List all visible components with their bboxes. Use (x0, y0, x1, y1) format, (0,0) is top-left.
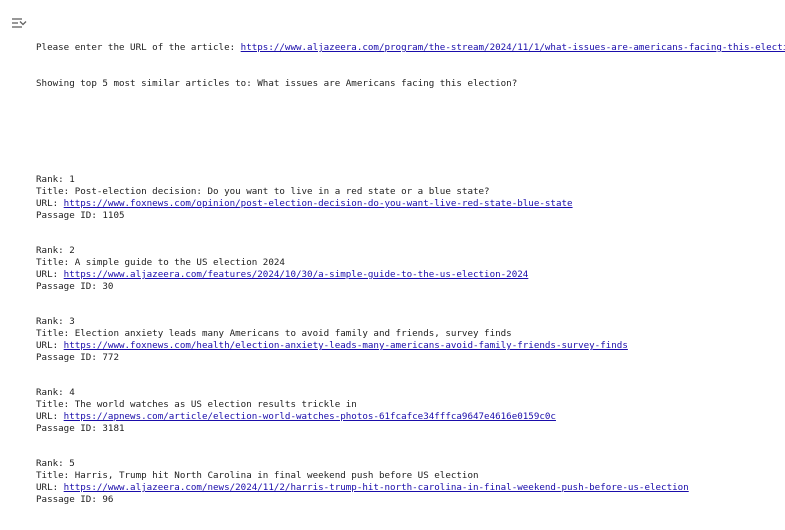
rank-label: Rank: (36, 245, 70, 256)
rank-label: Rank: (36, 174, 70, 185)
title-label: Title: (36, 399, 75, 410)
result-title: Post-election decision: Do you want to l… (74, 186, 490, 197)
rank-label: Rank: (36, 458, 70, 469)
result-rank: 4 (69, 387, 75, 398)
result-title-line: Title: The world watches as US election … (36, 399, 785, 411)
title-label: Title: (36, 328, 75, 339)
result-rank: 3 (69, 316, 75, 327)
passage-id-label: Passage ID: (36, 423, 103, 434)
result-link[interactable]: https://www.aljazeera.com/features/2024/… (64, 269, 529, 280)
url-prompt-line: Please enter the URL of the article: htt… (36, 42, 785, 54)
url-label: URL: (36, 198, 64, 209)
result-item: Rank: 1 Title: Post-election decision: Do… (36, 174, 785, 222)
result-link[interactable]: https://apnews.com/article/election-worl… (64, 411, 556, 422)
title-label: Title: (36, 257, 75, 268)
result-passage-line: Passage ID: 3181 (36, 423, 785, 435)
summary-line: Showing top 5 most similar articles to: … (36, 78, 518, 89)
result-rank: 2 (69, 245, 75, 256)
result-title: A simple guide to the US election 2024 (74, 257, 285, 268)
result-rank-line: Rank: 5 (36, 458, 785, 470)
result-passage-line: Passage ID: 96 (36, 494, 785, 506)
result-item: Rank: 2 Title: A simple guide to the US e… (36, 245, 785, 293)
result-passage-id: 30 (102, 281, 114, 292)
result-title: Election anxiety leads many Americans to… (74, 328, 512, 339)
result-passage-id: 3181 (102, 423, 125, 434)
url-label: URL: (36, 411, 64, 422)
result-passage-id: 772 (102, 352, 119, 363)
cell-output-area: Please enter the URL of the article: htt… (0, 0, 785, 505)
passage-id-label: Passage ID: (36, 210, 103, 221)
passage-id-label: Passage ID: (36, 281, 103, 292)
result-url-line: URL: https://www.aljazeera.com/news/2024… (36, 482, 785, 494)
result-item: Rank: 4 Title: The world watches as US el… (36, 387, 785, 435)
url-label: URL: (36, 340, 64, 351)
result-rank: 5 (69, 458, 75, 469)
result-link[interactable]: https://www.aljazeera.com/news/2024/11/2… (64, 482, 689, 493)
result-title: Harris, Trump hit North Carolina in fina… (74, 470, 479, 481)
result-passage-line: Passage ID: 30 (36, 281, 785, 293)
url-prompt-label: Please enter the URL of the article: (36, 42, 241, 53)
title-label: Title: (36, 186, 75, 197)
url-label: URL: (36, 269, 64, 280)
result-link[interactable]: https://www.foxnews.com/opinion/post-ele… (64, 198, 573, 209)
result-title-line: Title: Election anxiety leads many Ameri… (36, 328, 785, 340)
result-passage-id: 96 (102, 494, 114, 505)
result-url-line: URL: https://www.foxnews.com/health/elec… (36, 340, 785, 352)
rank-label: Rank: (36, 316, 70, 327)
result-passage-line: Passage ID: 772 (36, 352, 785, 364)
result-item: Rank: 5 Title: Harris, Trump hit North Ca… (36, 458, 785, 506)
results-list: Rank: 1 Title: Post-election decision: Do… (36, 174, 785, 506)
result-rank-line: Rank: 2 (36, 245, 785, 257)
result-title-line: Title: Harris, Trump hit North Carolina … (36, 470, 785, 482)
title-label: Title: (36, 470, 75, 481)
passage-id-label: Passage ID: (36, 494, 103, 505)
result-passage-line: Passage ID: 1105 (36, 210, 785, 222)
output-menu-icon[interactable] (11, 17, 27, 31)
result-title-line: Title: A simple guide to the US election… (36, 257, 785, 269)
input-article-link[interactable]: https://www.aljazeera.com/program/the-st… (241, 42, 785, 53)
result-url-line: URL: https://www.foxnews.com/opinion/pos… (36, 198, 785, 210)
result-title: The world watches as US election results… (74, 399, 357, 410)
result-rank-line: Rank: 4 (36, 387, 785, 399)
result-url-line: URL: https://www.aljazeera.com/features/… (36, 269, 785, 281)
result-title-line: Title: Post-election decision: Do you wa… (36, 186, 785, 198)
rank-label: Rank: (36, 387, 70, 398)
result-item: Rank: 3 Title: Election anxiety leads man… (36, 316, 785, 364)
result-rank-line: Rank: 3 (36, 316, 785, 328)
url-label: URL: (36, 482, 64, 493)
output-text: Please enter the URL of the article: htt… (36, 18, 785, 530)
result-rank-line: Rank: 1 (36, 174, 785, 186)
result-url-line: URL: https://apnews.com/article/election… (36, 411, 785, 423)
result-link[interactable]: https://www.foxnews.com/health/election-… (64, 340, 628, 351)
passage-id-label: Passage ID: (36, 352, 103, 363)
result-rank: 1 (69, 174, 75, 185)
result-passage-id: 1105 (102, 210, 125, 221)
